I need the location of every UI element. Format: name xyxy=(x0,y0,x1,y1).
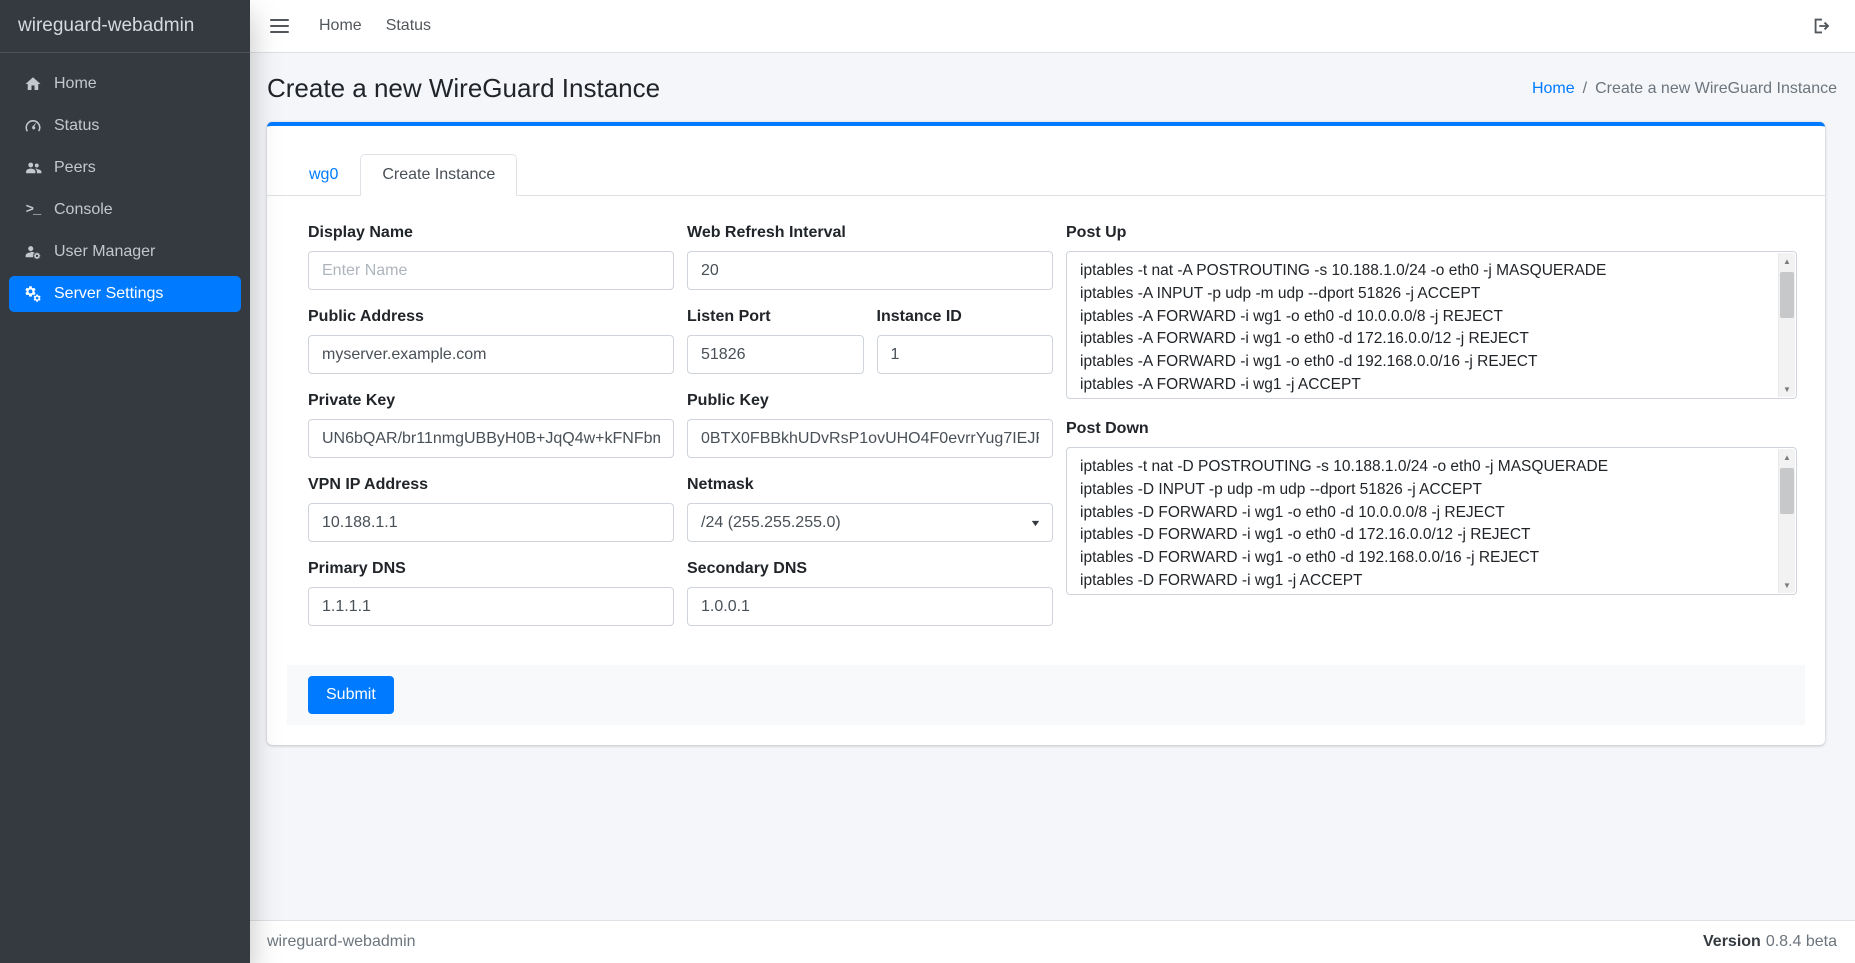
sidebar-item-label: Home xyxy=(54,75,97,93)
sidebar-nav: Home Status Peers >_ Console xyxy=(0,53,250,331)
private-key-group: Private Key xyxy=(308,392,674,458)
scrollbar-thumb[interactable] xyxy=(1780,272,1794,318)
private-key-label: Private Key xyxy=(308,392,674,410)
sidebar-item-label: Server Settings xyxy=(54,285,163,303)
scroll-down-icon[interactable]: ▼ xyxy=(1779,577,1795,593)
brand-link[interactable]: wireguard-webadmin xyxy=(0,0,250,53)
instance-id-input[interactable] xyxy=(877,335,1054,374)
web-refresh-label: Web Refresh Interval xyxy=(687,224,1053,242)
public-key-group: Public Key xyxy=(687,392,1053,458)
logout-icon[interactable] xyxy=(1811,15,1833,37)
breadcrumb-current: Create a new WireGuard Instance xyxy=(1595,80,1837,98)
web-refresh-group: Web Refresh Interval xyxy=(687,224,1053,290)
tab-create-instance[interactable]: Create Instance xyxy=(360,154,517,196)
post-down-label: Post Down xyxy=(1066,420,1797,438)
post-down-textarea[interactable]: iptables -t nat -D POSTROUTING -s 10.188… xyxy=(1066,447,1797,595)
content-area: Create a new WireGuard Instance Home / C… xyxy=(250,53,1855,920)
post-up-scrollbar[interactable]: ▲ ▼ xyxy=(1778,253,1795,397)
sidebar-item-console[interactable]: >_ Console xyxy=(9,192,241,228)
submit-button[interactable]: Submit xyxy=(308,676,394,714)
listen-port-label: Listen Port xyxy=(687,308,864,326)
public-address-label: Public Address xyxy=(308,308,674,326)
scroll-up-icon[interactable]: ▲ xyxy=(1779,253,1795,269)
vpn-ip-label: VPN IP Address xyxy=(308,476,674,494)
listen-port-input[interactable] xyxy=(687,335,864,374)
sidebar-item-peers[interactable]: Peers xyxy=(9,150,241,186)
instance-id-group: Instance ID xyxy=(877,308,1054,374)
footer-version-label: Version xyxy=(1703,933,1761,950)
private-key-input[interactable] xyxy=(308,419,674,458)
scroll-down-icon[interactable]: ▼ xyxy=(1779,381,1795,397)
sidebar-item-label: Peers xyxy=(54,159,96,177)
vpn-ip-input[interactable] xyxy=(308,503,674,542)
post-down-content: iptables -t nat -D POSTROUTING -s 10.188… xyxy=(1067,448,1796,594)
secondary-dns-group: Secondary DNS xyxy=(687,560,1053,626)
display-name-label: Display Name xyxy=(308,224,674,242)
netmask-label: Netmask xyxy=(687,476,1053,494)
public-key-input[interactable] xyxy=(687,419,1053,458)
users-gear-icon xyxy=(20,243,46,261)
sidebar-item-status[interactable]: Status xyxy=(9,108,241,144)
sidebar-item-home[interactable]: Home xyxy=(9,66,241,102)
form-footer: Submit xyxy=(287,665,1805,725)
sidebar-toggle-icon[interactable] xyxy=(270,15,289,37)
post-down-scrollbar[interactable]: ▲ ▼ xyxy=(1778,449,1795,593)
sidebar: wireguard-webadmin Home Status Peers xyxy=(0,0,250,963)
terminal-icon: >_ xyxy=(20,202,46,218)
footer-version-value: 0.8.4 beta xyxy=(1766,933,1837,950)
breadcrumb-home-link[interactable]: Home xyxy=(1532,80,1575,98)
primary-dns-group: Primary DNS xyxy=(308,560,674,626)
sidebar-item-user-manager[interactable]: User Manager xyxy=(9,234,241,270)
netmask-select[interactable]: /24 (255.255.255.0) xyxy=(687,503,1053,542)
post-down-group: Post Down iptables -t nat -D POSTROUTING… xyxy=(1066,420,1797,595)
scrollbar-track[interactable] xyxy=(1779,269,1795,381)
footer-version: Version 0.8.4 beta xyxy=(1703,933,1837,951)
sidebar-item-label: User Manager xyxy=(54,243,155,261)
netmask-group: Netmask /24 (255.255.255.0) ▼ xyxy=(687,476,1053,542)
vpn-ip-group: VPN IP Address xyxy=(308,476,674,542)
sidebar-item-server-settings[interactable]: Server Settings xyxy=(9,276,241,312)
gears-icon xyxy=(20,285,46,303)
gauge-icon xyxy=(20,117,46,135)
footer-brand: wireguard-webadmin xyxy=(267,933,416,951)
users-icon xyxy=(20,159,46,177)
web-refresh-input[interactable] xyxy=(687,251,1053,290)
breadcrumb: Home / Create a new WireGuard Instance xyxy=(1532,80,1837,98)
listen-port-group: Listen Port xyxy=(687,308,864,374)
primary-dns-label: Primary DNS xyxy=(308,560,674,578)
public-address-group: Public Address xyxy=(308,308,674,374)
public-address-input[interactable] xyxy=(308,335,674,374)
page-footer: wireguard-webadmin Version 0.8.4 beta xyxy=(250,920,1855,963)
instance-card: wg0 Create Instance Display Name Web Ref… xyxy=(267,122,1825,745)
display-name-input[interactable] xyxy=(308,251,674,290)
home-icon xyxy=(20,75,46,93)
topnav-link-home[interactable]: Home xyxy=(307,17,374,35)
sidebar-item-label: Status xyxy=(54,117,99,135)
instance-tabs: wg0 Create Instance xyxy=(267,126,1825,196)
post-up-group: Post Up iptables -t nat -A POSTROUTING -… xyxy=(1066,224,1797,399)
primary-dns-input[interactable] xyxy=(308,587,674,626)
scrollbar-thumb[interactable] xyxy=(1780,468,1794,514)
instance-form: Display Name Web Refresh Interval Public… xyxy=(267,196,1825,745)
app-root: wireguard-webadmin Home Status Peers xyxy=(0,0,1855,963)
top-navbar: Home Status xyxy=(250,0,1855,53)
post-up-textarea[interactable]: iptables -t nat -A POSTROUTING -s 10.188… xyxy=(1066,251,1797,399)
secondary-dns-input[interactable] xyxy=(687,587,1053,626)
main-column: Home Status Create a new WireGuard Insta… xyxy=(250,0,1855,963)
post-up-label: Post Up xyxy=(1066,224,1797,242)
sidebar-item-label: Console xyxy=(54,201,113,219)
public-key-label: Public Key xyxy=(687,392,1053,410)
scrollbar-track[interactable] xyxy=(1779,465,1795,577)
display-name-group: Display Name xyxy=(308,224,674,290)
tab-wg0[interactable]: wg0 xyxy=(287,154,360,196)
breadcrumb-separator: / xyxy=(1583,80,1587,98)
post-up-content: iptables -t nat -A POSTROUTING -s 10.188… xyxy=(1067,252,1796,398)
page-title: Create a new WireGuard Instance xyxy=(267,73,660,104)
scroll-up-icon[interactable]: ▲ xyxy=(1779,449,1795,465)
instance-id-label: Instance ID xyxy=(877,308,1054,326)
secondary-dns-label: Secondary DNS xyxy=(687,560,1053,578)
topnav-link-status[interactable]: Status xyxy=(374,17,443,35)
content-header: Create a new WireGuard Instance Home / C… xyxy=(250,53,1855,120)
